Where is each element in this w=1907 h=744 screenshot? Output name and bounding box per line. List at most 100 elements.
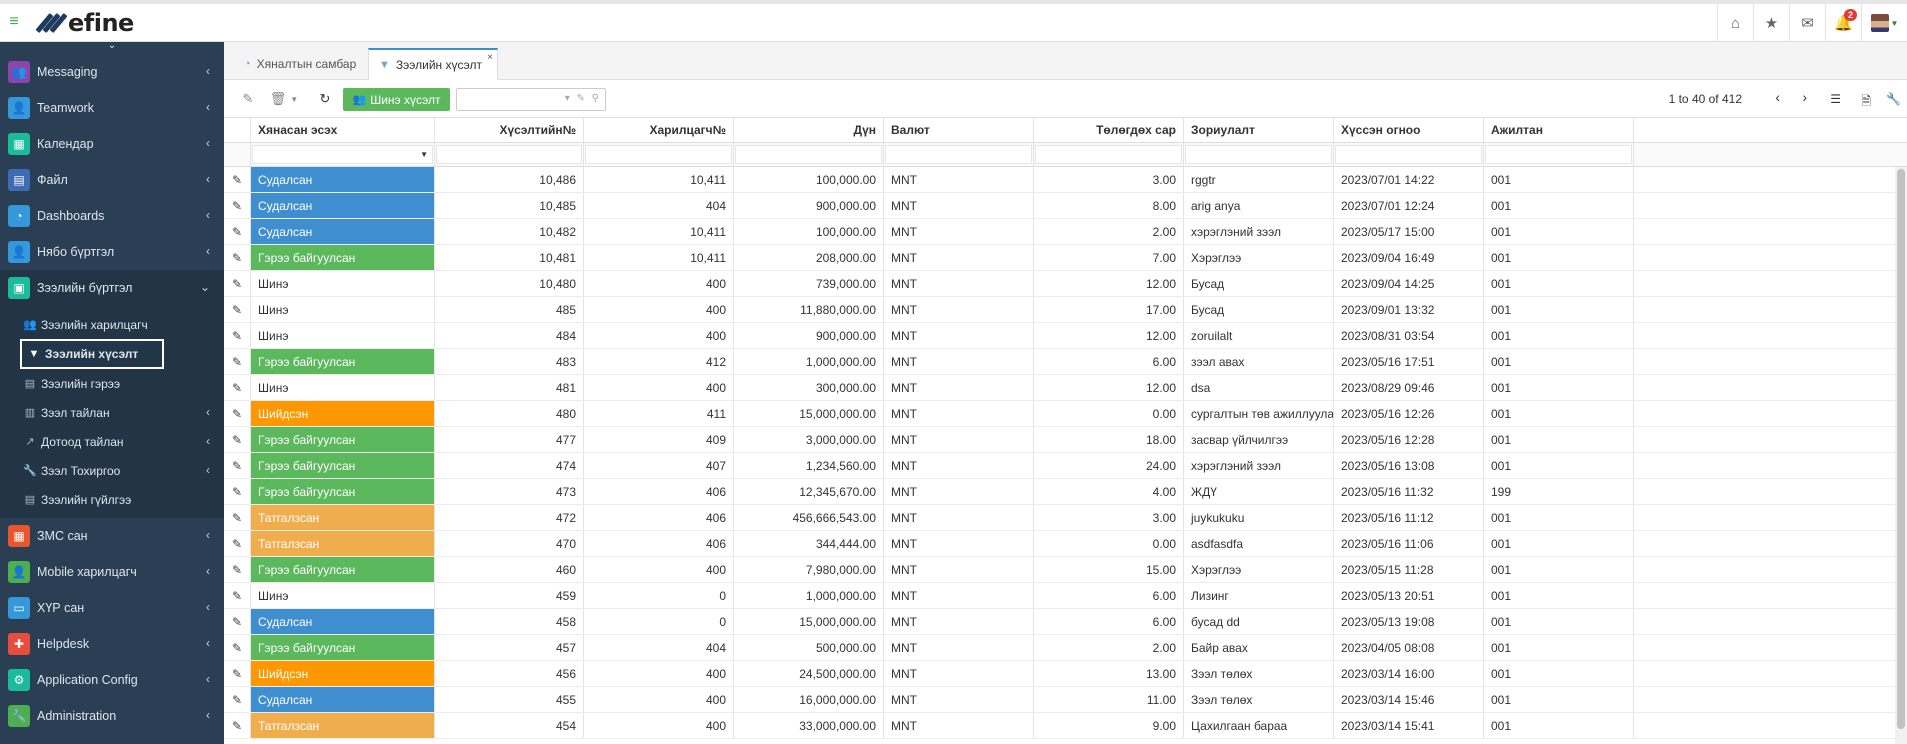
edit-icon[interactable]: ✎ [224,219,251,244]
filter-input[interactable] [1335,145,1482,164]
close-icon[interactable]: × [487,52,493,63]
column-header[interactable]: Хянасан эсэх [251,118,435,142]
edit-icon[interactable]: ✎ [224,713,251,738]
column-header[interactable]: Валют [884,118,1034,142]
sidebar-item-0[interactable]: 👥 Messaging ‹ [0,54,224,90]
edit-icon[interactable]: ✎ [224,193,251,218]
table-row[interactable]: ✎ Гэрээ байгуулсан 477 409 3,000,000.00 MNT 18… [224,427,1907,453]
submenu-item-3[interactable]: ▥ Зээл тайлан ‹ [0,398,224,427]
edit-icon[interactable]: ✎ [224,167,251,192]
list-view-icon[interactable]: ☰ [1830,92,1841,106]
sidebar-item-4[interactable]: ⚙ Application Config ‹ [0,662,224,698]
table-row[interactable]: ✎ Шинэ 484 400 900,000.00 MNT 12.00 zoruilalt 20… [224,323,1907,349]
table-row[interactable]: ✎ Судалсан 455 400 16,000,000.00 MNT 11.00 Зээл… [224,687,1907,713]
sidebar-collapse-icon[interactable]: ⌄ [0,42,224,54]
sidebar-item-1[interactable]: 👤 Mobile харилцагч ‹ [0,554,224,590]
filter-input[interactable] [585,145,732,164]
column-filter[interactable]: ▼ [251,143,435,166]
table-row[interactable]: ✎ Татгалзсан 454 400 33,000,000.00 MNT 9.00 Цах… [224,713,1907,739]
envelope-icon[interactable]: ✉ [1789,4,1825,42]
sidebar-item-2[interactable]: ▦ Календар ‹ [0,126,224,162]
column-filter[interactable] [1484,143,1634,166]
edit-icon[interactable]: ✎ [224,453,251,478]
star-icon[interactable]: ★ [1753,4,1789,42]
logo[interactable]: efine [35,8,134,38]
edit-icon[interactable]: ✎ [224,531,251,556]
prev-page-icon[interactable]: ‹ [1775,89,1780,105]
edit-icon[interactable]: ✎ [224,583,251,608]
filter-input[interactable] [1185,145,1332,164]
table-row[interactable]: ✎ Татгалзсан 470 406 344,444.00 MNT 0.00 asdfas… [224,531,1907,557]
submenu-item-4[interactable]: ↗ Дотоод тайлан ‹ [0,427,224,456]
edit-icon[interactable]: ✎ [224,687,251,712]
column-filter[interactable] [734,143,884,166]
submenu-item-2[interactable]: ▤ Зээлийн гэрээ [0,369,224,398]
submenu-item-5[interactable]: 🔧 Зээл Тохиргоо ‹ [0,456,224,485]
table-row[interactable]: ✎ Гэрээ байгуулсан 10,481 10,411 208,000.00 M… [224,245,1907,271]
edit-icon[interactable]: ✎ [224,479,251,504]
sidebar-item-6[interactable]: ▣ Зээлийн бүртгэл ⌄ [0,270,224,306]
edit-icon[interactable]: ✎ [224,505,251,530]
edit-icon[interactable]: ✎ [224,349,251,374]
edit-icon[interactable]: ✎ [224,401,251,426]
edit-icon[interactable]: ✎ [224,557,251,582]
submenu-item-6[interactable]: ▤ Зээлийн гүйлгээ [0,485,224,514]
table-row[interactable]: ✎ Судалсан 10,486 10,411 100,000.00 MNT 3.00 rg… [224,167,1907,193]
column-filter[interactable] [1334,143,1484,166]
column-header[interactable]: Хүсэлтийн№ [435,118,584,142]
column-filter[interactable] [1034,143,1184,166]
table-row[interactable]: ✎ Шийдсэн 456 400 24,500,000.00 MNT 13.00 Зээл … [224,661,1907,687]
table-row[interactable]: ✎ Татгалзсан 472 406 456,666,543.00 MNT 3.00 ju… [224,505,1907,531]
sidebar-item-3[interactable]: ✚ Helpdesk ‹ [0,626,224,662]
filter-input[interactable] [735,145,882,164]
user-avatar[interactable]: ▼ [1861,4,1907,42]
edit-icon[interactable]: ✎ [224,609,251,634]
table-row[interactable]: ✎ Судалсан 458 0 15,000,000.00 MNT 6.00 бусад d… [224,609,1907,635]
table-row[interactable]: ✎ Гэрээ байгуулсан 460 400 7,980,000.00 MNT 15… [224,557,1907,583]
filter-input[interactable] [1035,145,1182,164]
vertical-scrollbar[interactable] [1895,167,1907,744]
sidebar-item-3[interactable]: ▤ Файл ‹ [0,162,224,198]
column-header[interactable]: Харилцагч№ [584,118,734,142]
edit-icon[interactable]: ✎ [238,88,258,110]
export-icon[interactable]: 🗎 [1861,92,1871,113]
column-header[interactable]: Хүссэн огноо [1334,118,1484,142]
submenu-item-1[interactable]: ▼ Зээлийн хүсэлт [20,339,164,369]
table-row[interactable]: ✎ Шинэ 459 0 1,000,000.00 MNT 6.00 Лизинг 2023/0… [224,583,1907,609]
sidebar-item-0[interactable]: ▦ ЗМС сан ‹ [0,518,224,554]
bell-icon[interactable]: 🔔 2 [1825,4,1861,42]
filter-input[interactable] [252,145,433,164]
edit-icon[interactable]: ✎ [224,635,251,660]
column-filter[interactable] [884,143,1034,166]
column-header[interactable]: Зориулалт [1184,118,1334,142]
edit-icon[interactable]: ✎ [224,297,251,322]
column-filter[interactable] [1184,143,1334,166]
home-icon[interactable]: ⌂ [1717,4,1753,42]
table-row[interactable]: ✎ Шийдсэн 480 411 15,000,000.00 MNT 0.00 сургал… [224,401,1907,427]
column-header[interactable]: Дүн [734,118,884,142]
table-row[interactable]: ✎ Гэрээ байгуулсан 474 407 1,234,560.00 MNT 24… [224,453,1907,479]
column-header[interactable]: Ажилтан [1484,118,1634,142]
sidebar-item-5[interactable]: 👤 Нябо бүртгэл ‹ [0,234,224,270]
wrench-icon[interactable]: 🔧 [1886,92,1901,106]
edit-icon[interactable]: ✎ [224,427,251,452]
search-input[interactable]: ▾ ✎ ⚲ [456,88,606,111]
filter-input[interactable] [885,145,1032,164]
sidebar-item-5[interactable]: 🔧 Administration ‹ [0,698,224,734]
sidebar-item-1[interactable]: 👤 Teamwork ‹ [0,90,224,126]
delete-dropdown[interactable]: 🗑 ▼ [268,88,300,110]
column-filter[interactable] [584,143,734,166]
table-row[interactable]: ✎ Шинэ 485 400 11,880,000.00 MNT 17.00 Бусад 202… [224,297,1907,323]
refresh-icon[interactable]: ↻ [316,88,334,110]
next-page-icon[interactable]: › [1802,89,1807,105]
edit-icon[interactable]: ✎ [224,245,251,270]
tab-dashboard[interactable]: ◔ Хяналтын самбар [234,48,368,80]
edit-icon[interactable]: ✎ [224,323,251,348]
table-row[interactable]: ✎ Гэрээ байгуулсан 457 404 500,000.00 MNT 2.00… [224,635,1907,661]
submenu-item-0[interactable]: 👥 Зээлийн харилцагч [0,310,224,339]
table-row[interactable]: ✎ Шинэ 481 400 300,000.00 MNT 12.00 dsa 2023/08/… [224,375,1907,401]
filter-input[interactable] [1485,145,1632,164]
table-row[interactable]: ✎ Шинэ 10,480 400 739,000.00 MNT 12.00 Бусад 202… [224,271,1907,297]
edit-icon[interactable]: ✎ [224,375,251,400]
table-row[interactable]: ✎ Гэрээ байгуулсан 483 412 1,000,000.00 MNT 6.… [224,349,1907,375]
